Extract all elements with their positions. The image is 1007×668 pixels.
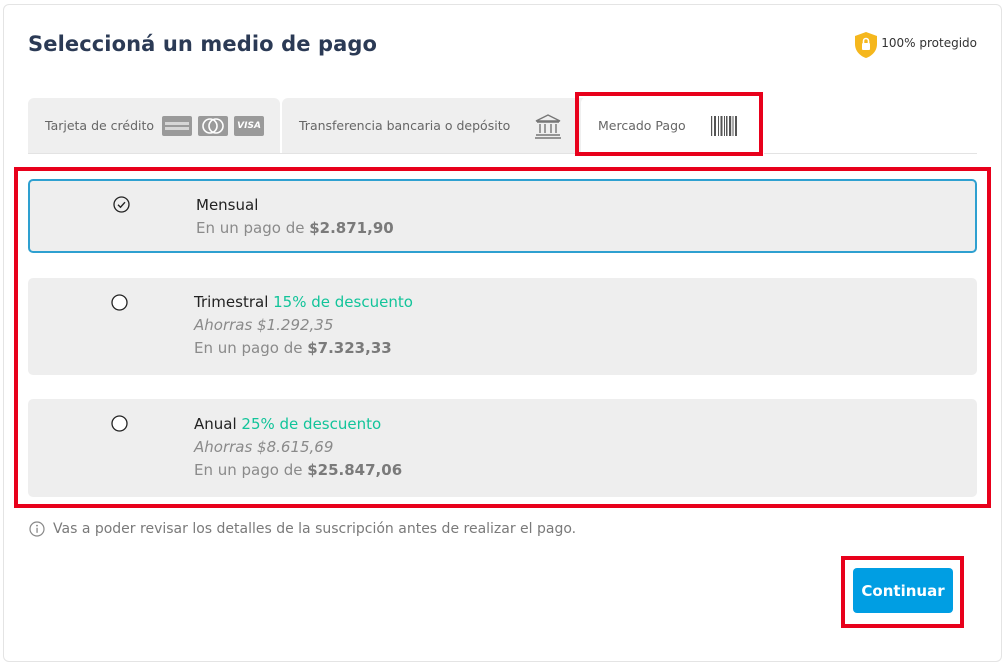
tab-credit-card-label: Tarjeta de crédito — [45, 118, 155, 133]
continue-button[interactable]: Continuar — [853, 568, 953, 613]
tab-bank-transfer[interactable]: Transferencia bancaria o depósito — [282, 98, 601, 153]
tab-credit-card[interactable]: Tarjeta de crédito VISA — [28, 98, 280, 153]
bank-icon — [535, 113, 562, 139]
highlight-mercado-pago — [575, 92, 763, 156]
info-note-text: Vas a poder revisar los detalles de la s… — [53, 521, 577, 537]
mastercard-icon — [198, 115, 229, 136]
highlight-plans — [14, 167, 991, 508]
protected-badge: 100% protegido — [853, 31, 977, 59]
tabs-divider — [28, 153, 977, 154]
payment-method-tabs: Tarjeta de crédito VISA Transferencia ba… — [28, 92, 1005, 156]
amex-icon — [162, 115, 193, 136]
page-title: Seleccioná un medio de pago — [28, 32, 378, 56]
tab-bank-transfer-label: Transferencia bancaria o depósito — [299, 118, 511, 133]
info-note: Vas a poder revisar los detalles de la s… — [29, 521, 576, 537]
visa-icon: VISA — [234, 115, 265, 136]
protected-label: 100% protegido — [881, 36, 977, 50]
shield-lock-icon — [855, 32, 878, 58]
info-icon — [29, 521, 45, 537]
